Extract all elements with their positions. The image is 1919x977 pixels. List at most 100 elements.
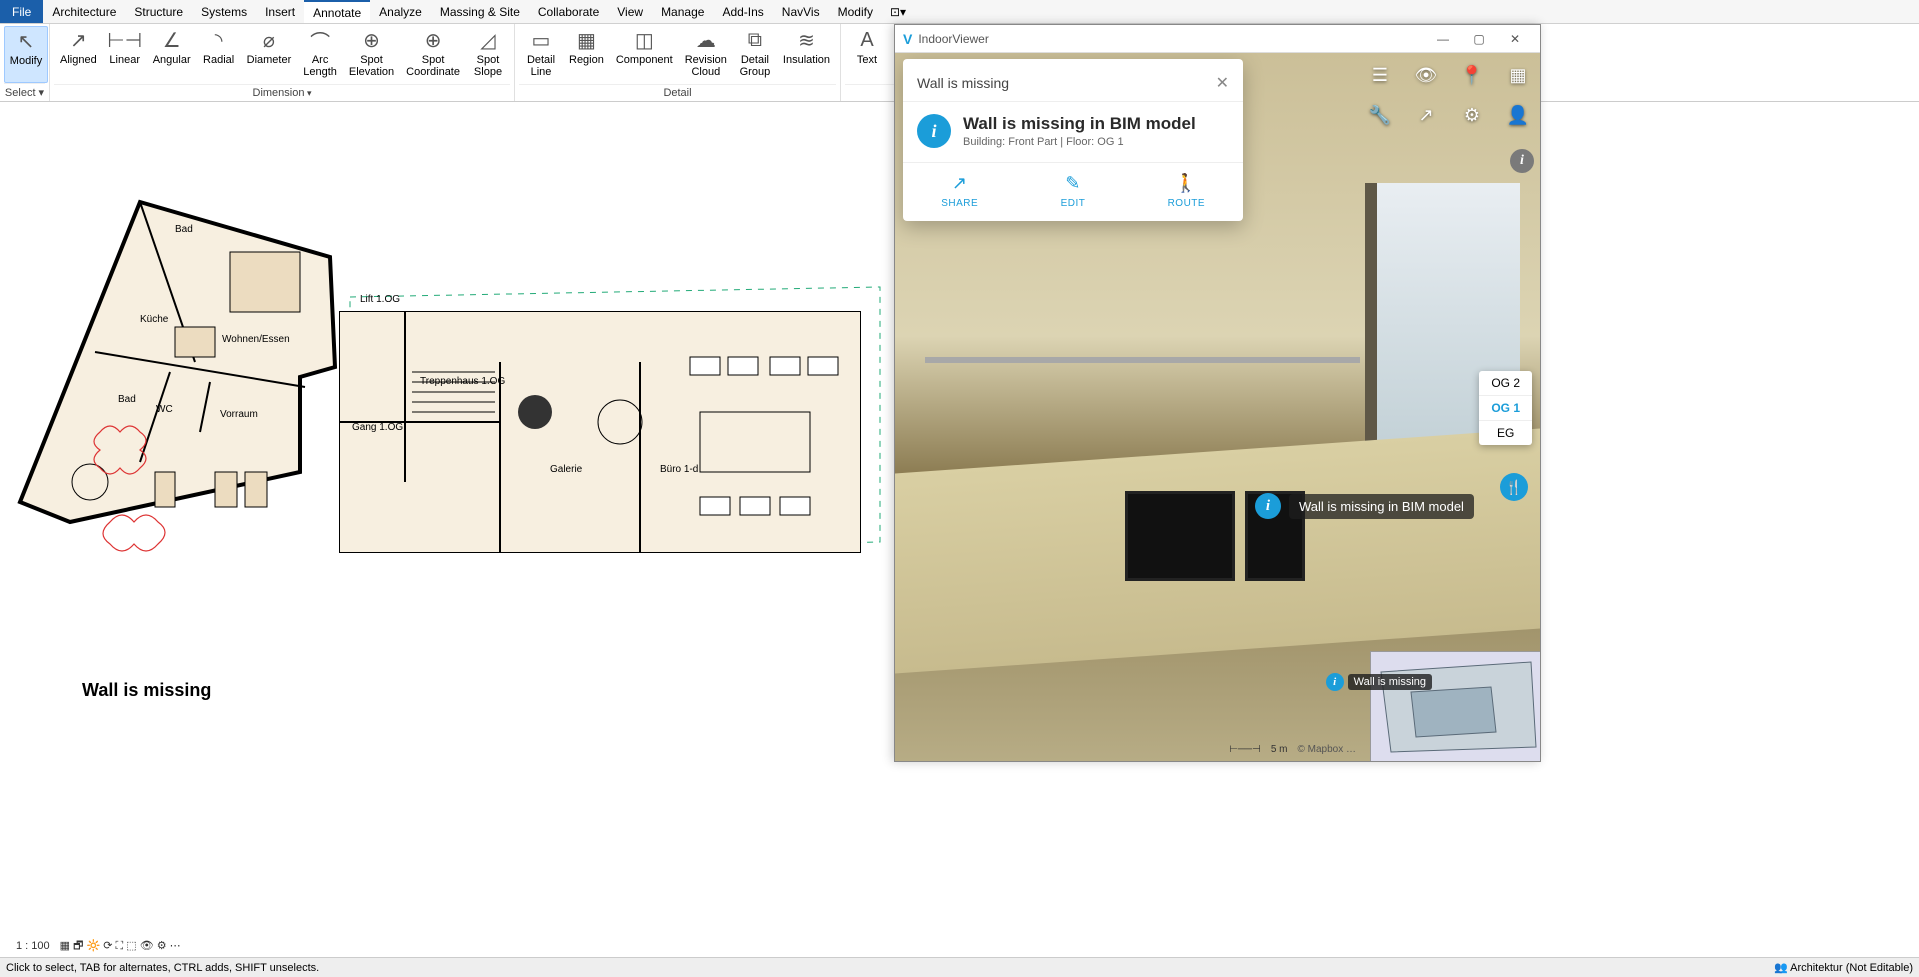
spot-coord-icon: ⊕ [421,28,445,52]
cloud-icon: ☁ [694,28,718,52]
menu-file[interactable]: File [0,0,43,23]
window-close[interactable]: ✕ [1498,28,1532,50]
svg-text:Vorraum: Vorraum [220,409,258,420]
ribbon-linear[interactable]: ⊢⊣Linear [103,26,147,84]
iv-view-icon[interactable]: 👁 [1412,61,1440,89]
aligned-icon: ↗ [66,28,90,52]
menu-navvis[interactable]: NavVis [773,0,829,23]
component-icon: ◫ [632,28,656,52]
svg-text:Treppenhaus 1.OG: Treppenhaus 1.OG [420,376,505,387]
iv-location-icon[interactable]: 📍 [1458,61,1486,89]
menu-manage[interactable]: Manage [652,0,713,23]
arc-icon: ⌒ [308,28,332,52]
iv-floor-eg[interactable]: EG [1479,421,1532,445]
iv-logo-icon: V [903,31,912,47]
ribbon-angular[interactable]: ∠Angular [147,26,197,84]
menu-help-icon[interactable]: ⊡▾ [890,0,906,23]
iv-floor-og1[interactable]: OG 1 [1479,396,1532,421]
ribbon-detail-line[interactable]: ▭Detail Line [519,26,563,84]
iv-menu-icon[interactable]: ☰ [1366,61,1394,89]
menu-architecture[interactable]: Architecture [43,0,125,23]
menu-annotate[interactable]: Annotate [304,0,370,23]
group-icon: ⧉ [743,28,767,52]
svg-text:Lift 1.OG: Lift 1.OG [360,294,400,305]
iv-settings-icon[interactable]: ⚙ [1458,101,1486,129]
iv-card-subtitle: Building: Front Part | Floor: OG 1 [963,136,1196,148]
diameter-icon: ⌀ [257,28,281,52]
iv-card-close[interactable]: ✕ [1216,73,1229,93]
svg-text:WC: WC [156,404,173,415]
ribbon-group-dimension[interactable]: Dimension [253,87,312,99]
ribbon-spot-coord[interactable]: ⊕Spot Coordinate [400,26,466,84]
view-control-bar[interactable]: 1 : 100 ▦ 🗗 🔆 ⟳ ⛶ ⬚ 👁 ⚙ ⋯ [12,935,181,957]
svg-text:Galerie: Galerie [550,464,583,475]
ribbon-select-dropdown[interactable]: Select ▾ [4,83,45,99]
ribbon-insulation[interactable]: ≋Insulation [777,26,836,84]
iv-minimap[interactable] [1370,651,1540,761]
window-minimize[interactable]: — [1426,28,1460,50]
menu-modify[interactable]: Modify [829,0,882,23]
svg-text:Wohnen/Essen: Wohnen/Essen [222,334,290,345]
iv-minimap-marker[interactable]: i Wall is missing [1326,673,1432,691]
ribbon-region[interactable]: ▦Region [563,26,610,84]
ribbon-revision-cloud[interactable]: ☁Revision Cloud [679,26,733,84]
iv-marker-label: Wall is missing in BIM model [1289,494,1474,519]
iv-share-icon[interactable]: ↗ [1412,101,1440,129]
menu-addins[interactable]: Add-Ins [713,0,772,23]
photo-monitor [1125,491,1235,581]
iv-panorama[interactable]: ☰ 👁 📍 ▦ 🔧 ↗ ⚙ 👤 Wall is missing ✕ i Wall… [895,53,1540,761]
workset-status[interactable]: Architektur (Not Editable) [1790,962,1913,974]
info-icon: i [1255,493,1281,519]
iv-action-share[interactable]: ↗SHARE [903,163,1016,221]
window-maximize[interactable]: ▢ [1462,28,1496,50]
info-icon: i [1326,673,1344,691]
workset-icon: 👥 [1774,962,1788,974]
menu-insert[interactable]: Insert [256,0,304,23]
route-action-icon: 🚶 [1130,173,1243,194]
iv-user-icon[interactable]: 👤 [1504,101,1532,129]
ribbon-modify[interactable]: ↖ Modify [4,26,48,83]
iv-action-route[interactable]: 🚶ROUTE [1130,163,1243,221]
radial-icon: ◝ [207,28,231,52]
iv-card-title: Wall is missing in BIM model [963,114,1196,134]
iv-card-header: Wall is missing [917,75,1216,91]
iv-title: IndoorViewer [918,32,989,46]
iv-info-badge[interactable]: i [1510,149,1534,173]
ribbon-group-detail: Detail [519,84,836,99]
ribbon-text[interactable]: AText [845,26,889,84]
ribbon-radial[interactable]: ◝Radial [197,26,241,84]
iv-poi-card: Wall is missing ✕ i Wall is missing in B… [903,59,1243,221]
ribbon-detail-group[interactable]: ⧉Detail Group [733,26,777,84]
ribbon-component[interactable]: ◫Component [610,26,679,84]
iv-grid-icon[interactable]: ▦ [1504,61,1532,89]
iv-floor-og2[interactable]: OG 2 [1479,371,1532,396]
menu-collaborate[interactable]: Collaborate [529,0,608,23]
menu-view[interactable]: View [608,0,652,23]
cursor-icon: ↖ [14,29,38,53]
menu-systems[interactable]: Systems [192,0,256,23]
edit-action-icon: ✎ [1016,173,1129,194]
menu-structure[interactable]: Structure [125,0,192,23]
status-bar: Click to select, TAB for alternates, CTR… [0,957,1919,977]
iv-tools-icon[interactable]: 🔧 [1366,101,1394,129]
scale-display[interactable]: 1 : 100 [12,939,54,953]
ribbon-spot-elev[interactable]: ⊕Spot Elevation [343,26,400,84]
iv-panorama-marker[interactable]: i Wall is missing in BIM model [1255,493,1474,519]
angular-icon: ∠ [160,28,184,52]
ribbon-arclength[interactable]: ⌒Arc Length [297,26,343,84]
iv-floor-selector: OG 2 OG 1 EG [1479,371,1532,445]
menu-massing[interactable]: Massing & Site [431,0,529,23]
ribbon-diameter[interactable]: ⌀Diameter [241,26,298,84]
iv-action-edit[interactable]: ✎EDIT [1016,163,1129,221]
menu-bar: File Architecture Structure Systems Inse… [0,0,1919,24]
svg-text:Küche: Küche [140,314,169,325]
menu-analyze[interactable]: Analyze [370,0,431,23]
svg-text:Bad: Bad [175,224,193,235]
view-icons[interactable]: ▦ 🗗 🔆 ⟳ ⛶ ⬚ 👁 ⚙ ⋯ [60,937,181,956]
detail-line-icon: ▭ [529,28,553,52]
iv-poi-chip[interactable]: 🍴 [1500,473,1528,501]
iv-titlebar[interactable]: V IndoorViewer — ▢ ✕ [895,25,1540,53]
ribbon-spot-slope[interactable]: ◿Spot Slope [466,26,510,84]
svg-text:Bad: Bad [118,394,136,405]
ribbon-aligned[interactable]: ↗Aligned [54,26,103,84]
